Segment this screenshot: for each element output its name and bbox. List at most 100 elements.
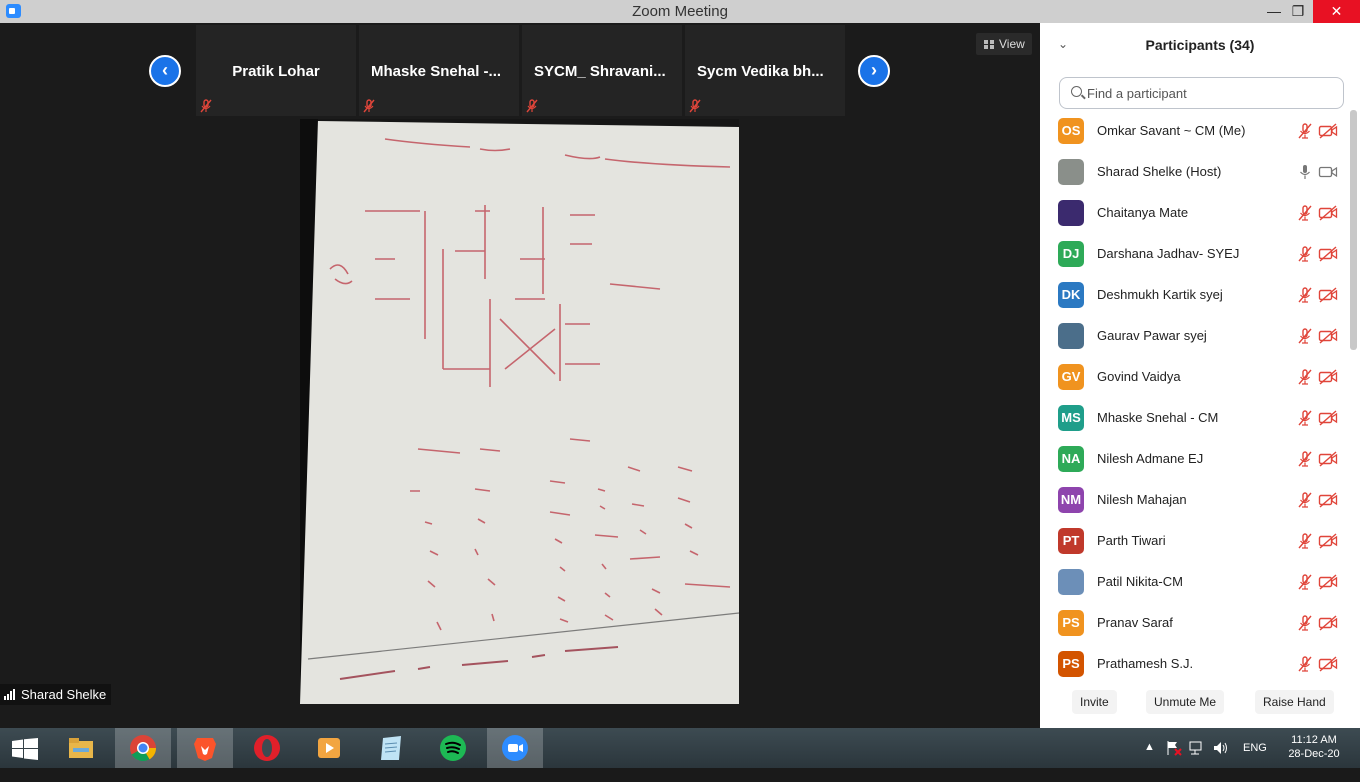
participant-avatar: DJ [1058, 241, 1084, 267]
video-tile[interactable]: SYCM_ Shravani... [522, 25, 682, 116]
participant-row[interactable]: GV Govind Vaidya [1040, 357, 1350, 398]
participant-avatar [1058, 159, 1084, 185]
muted-mic-icon [1297, 492, 1313, 508]
participant-row[interactable]: NM Nilesh Mahajan [1040, 480, 1350, 521]
participant-row[interactable]: Gaurav Pawar syej [1040, 316, 1350, 357]
video-off-icon [1318, 246, 1338, 262]
next-page-arrow-icon[interactable]: › [858, 55, 890, 87]
chrome-taskbar-button[interactable] [115, 728, 171, 768]
video-tile[interactable]: Pratik Lohar [196, 25, 356, 116]
participant-row[interactable]: PS Prathamesh S.J. [1040, 644, 1350, 681]
participants-header: ⌄ Participants (34) [1040, 23, 1360, 67]
clock-date: 28-Dec-20 [1288, 748, 1340, 760]
muted-mic-icon [363, 99, 375, 113]
participant-search-box[interactable] [1059, 77, 1344, 109]
volume-icon[interactable] [1212, 740, 1230, 756]
invite-button[interactable]: Invite [1072, 690, 1117, 714]
video-tile[interactable]: Sycm Vedika bh... [685, 25, 845, 116]
participant-row[interactable]: NA Nilesh Admane EJ [1040, 439, 1350, 480]
participant-list-scrollbar[interactable] [1350, 110, 1357, 350]
clock-time: 11:12 AM [1291, 734, 1337, 746]
participant-row[interactable]: OS Omkar Savant ~ CM (Me) [1040, 111, 1350, 152]
video-tile[interactable]: Mhaske Snehal -... [359, 25, 519, 116]
video-off-icon [1318, 369, 1338, 385]
tile-participant-name: Mhaske Snehal -... [371, 63, 502, 80]
participant-row[interactable]: PT Parth Tiwari [1040, 521, 1350, 562]
participant-name: Chaitanya Mate [1097, 205, 1189, 220]
video-off-icon [1318, 205, 1338, 221]
participant-row[interactable]: Chaitanya Mate [1040, 193, 1350, 234]
video-off-icon [1318, 410, 1338, 426]
spotify-taskbar-button[interactable] [425, 728, 481, 768]
participant-name: Parth Tiwari [1097, 533, 1166, 548]
muted-mic-icon [1297, 451, 1313, 467]
media-player-taskbar-button[interactable] [301, 728, 357, 768]
network-icon[interactable] [1188, 740, 1206, 756]
muted-mic-icon [1297, 246, 1313, 262]
participant-name: Nilesh Admane EJ [1097, 451, 1204, 466]
participant-avatar: NA [1058, 446, 1084, 472]
participant-name: Sharad Shelke (Host) [1097, 164, 1222, 179]
muted-mic-icon [1297, 287, 1313, 303]
participant-name: Gaurav Pawar syej [1097, 328, 1207, 343]
video-area: ‹ Pratik Lohar Mhaske Snehal -... SYCM_ … [0, 23, 1040, 728]
folder-icon [69, 738, 93, 758]
participant-row[interactable]: DK Deshmukh Kartik syej [1040, 275, 1350, 316]
zoom-icon [502, 735, 528, 761]
muted-mic-icon [1297, 410, 1313, 426]
chrome-icon [130, 735, 157, 762]
video-off-icon [1318, 574, 1338, 590]
participant-row[interactable]: PS Pranav Saraf [1040, 603, 1350, 644]
participant-avatar: PS [1058, 651, 1084, 677]
participant-name: Nilesh Mahajan [1097, 492, 1187, 507]
muted-mic-icon [1297, 533, 1313, 549]
participant-avatar [1058, 569, 1084, 595]
participant-name: Deshmukh Kartik syej [1097, 287, 1223, 302]
muted-mic-icon [1297, 574, 1313, 590]
participant-row[interactable]: MS Mhaske Snehal - CM [1040, 398, 1350, 439]
video-off-icon [1318, 123, 1338, 139]
signal-bars-icon [4, 689, 16, 700]
active-speaker-name: Sharad Shelke [21, 687, 107, 702]
unmute-me-button[interactable]: Unmute Me [1146, 690, 1225, 714]
view-button[interactable]: View [976, 33, 1032, 55]
participant-name: Patil Nikita-CM [1097, 574, 1183, 589]
maximize-button[interactable]: ❐ [1282, 0, 1314, 23]
view-button-label: View [999, 37, 1025, 51]
notepad-icon [381, 736, 401, 760]
opera-taskbar-button[interactable] [239, 728, 295, 768]
action-center-flag-icon[interactable] [1165, 740, 1183, 756]
participant-row[interactable]: DJ Darshana Jadhav- SYEJ [1040, 234, 1350, 275]
muted-mic-icon [1297, 656, 1313, 672]
participant-row[interactable]: Patil Nikita-CM [1040, 562, 1350, 603]
input-language-indicator[interactable]: ENG [1243, 742, 1267, 782]
participant-name: Omkar Savant ~ CM (Me) [1097, 123, 1246, 138]
tile-participant-name: SYCM_ Shravani... [534, 63, 666, 80]
video-off-icon [1318, 451, 1338, 467]
muted-mic-icon [200, 99, 212, 113]
tile-participant-name: Pratik Lohar [232, 63, 320, 80]
windows-start-icon[interactable] [12, 738, 38, 760]
muted-mic-icon [1297, 328, 1313, 344]
file-explorer-taskbar-button[interactable] [53, 728, 109, 768]
participant-avatar [1058, 323, 1084, 349]
participant-search-input[interactable] [1087, 83, 1327, 103]
raise-hand-button[interactable]: Raise Hand [1255, 690, 1334, 714]
video-off-icon [1318, 492, 1338, 508]
zoom-taskbar-button[interactable] [487, 728, 543, 768]
show-hidden-icons-arrow-icon[interactable]: ▲ [1144, 741, 1155, 781]
opera-icon [254, 735, 280, 761]
muted-mic-icon [526, 99, 538, 113]
previous-page-arrow-icon[interactable]: ‹ [149, 55, 181, 87]
participant-list: OS Omkar Savant ~ CM (Me) Sharad Shelke (H… [1040, 111, 1350, 681]
participant-name: Govind Vaidya [1097, 369, 1181, 384]
notepad-taskbar-button[interactable] [363, 728, 419, 768]
system-clock[interactable]: 11:12 AM 28-Dec-20 [1283, 733, 1345, 761]
participant-avatar: PS [1058, 610, 1084, 636]
video-off-icon [1318, 328, 1338, 344]
close-button[interactable]: ✕ [1313, 0, 1360, 23]
brave-taskbar-button[interactable] [177, 728, 233, 768]
participant-row[interactable]: Sharad Shelke (Host) [1040, 152, 1350, 193]
active-speaker-label: Sharad Shelke [0, 684, 112, 705]
tile-participant-name: Sycm Vedika bh... [697, 63, 824, 80]
